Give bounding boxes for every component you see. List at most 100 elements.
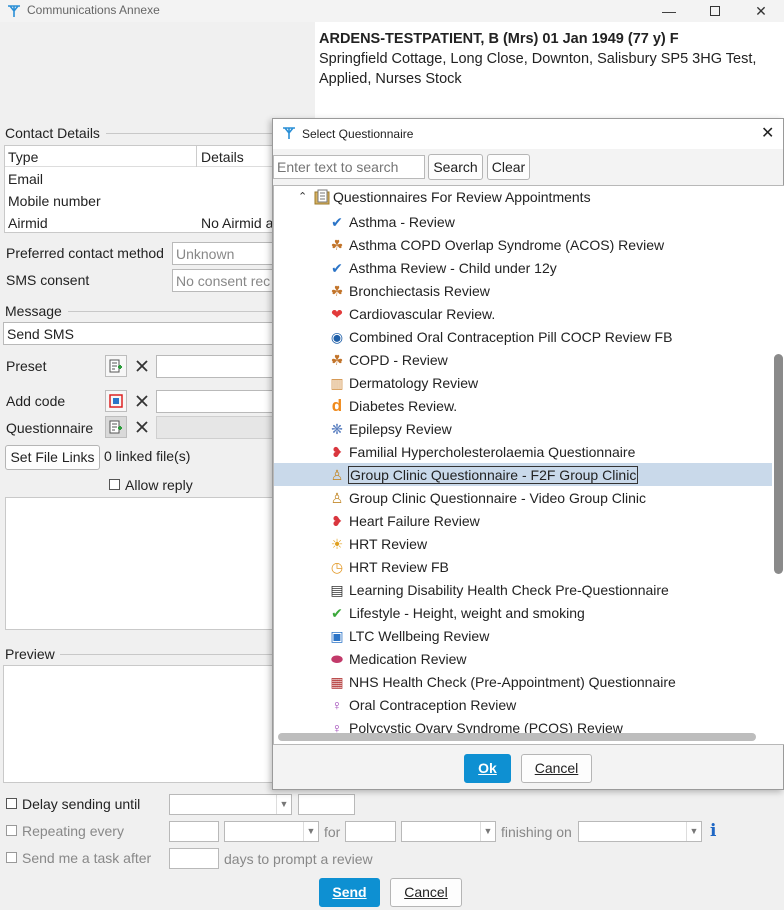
- maximize-icon[interactable]: [692, 0, 738, 22]
- tree-item[interactable]: d Diabetes Review.: [328, 395, 768, 417]
- task-checkbox[interactable]: [6, 852, 17, 863]
- ok-button[interactable]: Ok: [464, 754, 511, 783]
- clear-button[interactable]: Clear: [487, 154, 530, 180]
- clock-icon: ◷: [330, 558, 344, 575]
- preview-label: Preview: [5, 646, 55, 662]
- info-icon[interactable]: i: [710, 822, 720, 840]
- contact-table: Type Details Email Mobile number Airmid …: [4, 145, 276, 233]
- repeat-count-unit-select[interactable]: ▼: [401, 821, 496, 842]
- tree-item[interactable]: ☀ HRT Review: [328, 533, 768, 555]
- sms-consent-label: SMS consent: [6, 272, 90, 288]
- delay-sending-checkbox[interactable]: [6, 798, 17, 809]
- questionnaire-browse-button[interactable]: [105, 416, 127, 438]
- delay-date-select[interactable]: ▼: [169, 794, 292, 815]
- close-icon: [136, 421, 148, 433]
- table-row[interactable]: Mobile number: [5, 190, 275, 212]
- contact-type: Mobile number: [8, 193, 101, 209]
- broken-heart-icon: ❥: [331, 512, 343, 529]
- task-label: Send me a task after: [22, 850, 152, 866]
- tree-item-label: Epilepsy Review: [349, 421, 452, 437]
- repeat-unit-select[interactable]: ▼: [224, 821, 319, 842]
- tree-item[interactable]: ❥ Familial Hypercholesterolaemia Question…: [328, 441, 768, 463]
- allow-reply-checkbox[interactable]: [109, 479, 120, 490]
- tree-item[interactable]: ▦ NHS Health Check (Pre-Appointment) Ques…: [328, 671, 768, 693]
- tree-item-label: Heart Failure Review: [349, 513, 480, 529]
- set-file-links-button[interactable]: Set File Links: [5, 445, 100, 470]
- dialog-cancel-button[interactable]: Cancel: [521, 754, 592, 783]
- repeat-interval-input[interactable]: [169, 821, 219, 842]
- tree-item[interactable]: ◷ HRT Review FB: [328, 556, 768, 578]
- finishing-on-label: finishing on: [501, 824, 572, 840]
- preset-browse-button[interactable]: [105, 355, 127, 377]
- tree-item-label: Learning Disability Health Check Pre-Que…: [349, 582, 669, 598]
- window-title: Communications Annexe: [27, 3, 160, 17]
- task-days-input[interactable]: [169, 848, 219, 869]
- tree-item[interactable]: ✔ Lifestyle - Height, weight and smoking: [328, 602, 768, 624]
- tree-item[interactable]: ▤ Learning Disability Health Check Pre-Qu…: [328, 579, 768, 601]
- add-code-label: Add code: [6, 393, 66, 409]
- patient-banner: ARDENS-TESTPATIENT, B (Mrs) 01 Jan 1949 …: [315, 22, 784, 122]
- tree-item[interactable]: ✔ Asthma Review - Child under 12y: [328, 257, 768, 279]
- tree-item[interactable]: ❥ Heart Failure Review: [328, 510, 768, 532]
- message-type-select[interactable]: Send SMS: [3, 322, 276, 345]
- tree-item[interactable]: ▥ Dermatology Review: [328, 372, 768, 394]
- tree-item[interactable]: ▣ LTC Wellbeing Review: [328, 625, 768, 647]
- sms-consent-value: No consent rec: [176, 273, 271, 289]
- tree-item[interactable]: ☘ COPD - Review: [328, 349, 768, 371]
- horizontal-scrollbar[interactable]: [278, 733, 756, 741]
- tree-item[interactable]: ❤ Cardiovascular Review.: [328, 303, 768, 325]
- add-code-input[interactable]: [156, 390, 276, 413]
- vertical-scrollbar[interactable]: [774, 354, 783, 574]
- repeat-count-input[interactable]: [345, 821, 396, 842]
- document-add-icon: [109, 420, 122, 434]
- table-row[interactable]: Airmid No Airmid a: [5, 212, 275, 234]
- chevron-up-icon[interactable]: ⌃: [298, 190, 307, 203]
- minimize-icon[interactable]: —: [646, 0, 692, 22]
- tree-item[interactable]: ♙ Group Clinic Questionnaire - Video Grou…: [328, 487, 768, 509]
- tree-item[interactable]: ☘ Bronchiectasis Review: [328, 280, 768, 302]
- dialog-close-icon[interactable]: ✕: [761, 123, 774, 143]
- send-button[interactable]: Send: [319, 878, 380, 907]
- dialog-title-bar: Select Questionnaire ✕: [273, 119, 783, 149]
- preferred-contact-select[interactable]: Unknown: [172, 242, 276, 265]
- finishing-date-select[interactable]: ▼: [578, 821, 702, 842]
- patient-address-2: Applied, Nurses Stock: [319, 71, 462, 87]
- tree-item-label: HRT Review FB: [349, 559, 449, 575]
- tree-item[interactable]: ❋ Epilepsy Review: [328, 418, 768, 440]
- lungs-icon: ☘: [330, 282, 344, 299]
- delay-time-input[interactable]: [298, 794, 355, 815]
- add-code-clear-button[interactable]: [131, 390, 153, 412]
- tree-item-label: Group Clinic Questionnaire - F2F Group C…: [347, 466, 639, 484]
- preset-clear-button[interactable]: [131, 355, 153, 377]
- cancel-button[interactable]: Cancel: [390, 878, 462, 907]
- tree-item[interactable]: ✔ Asthma - Review: [328, 211, 768, 233]
- repeating-checkbox[interactable]: [6, 825, 17, 836]
- tree-item[interactable]: ♙ Group Clinic Questionnaire - F2F Group …: [328, 464, 768, 486]
- add-code-browse-button[interactable]: [105, 390, 127, 412]
- preset-input[interactable]: [156, 355, 276, 378]
- certificate-icon: ▦: [330, 673, 344, 690]
- close-icon: [136, 360, 148, 372]
- select-questionnaire-dialog: Select Questionnaire ✕ Search Clear ⌃ Qu…: [272, 118, 784, 790]
- divider: [106, 133, 276, 134]
- column-divider: [196, 146, 197, 167]
- code-select-icon: [109, 394, 123, 408]
- contact-type: Email: [8, 171, 44, 187]
- heart-icon: ❤: [331, 305, 343, 322]
- sms-consent-select[interactable]: No consent rec: [172, 269, 276, 292]
- tree-item[interactable]: ⬬ Medication Review: [328, 648, 768, 670]
- questionnaire-clear-button[interactable]: [131, 416, 153, 438]
- close-icon[interactable]: ✕: [738, 0, 784, 22]
- tree-item[interactable]: ♀ Oral Contraception Review: [328, 694, 768, 716]
- folder-icon: [314, 189, 330, 205]
- days-prompt-label: days to prompt a review: [224, 851, 373, 867]
- tree-item-label: Group Clinic Questionnaire - Video Group…: [349, 490, 646, 506]
- tree-item-label: Asthma Review - Child under 12y: [349, 260, 557, 276]
- message-textarea[interactable]: [5, 497, 276, 630]
- questionnaire-search-input[interactable]: [273, 155, 425, 179]
- tree-item[interactable]: ◉ Combined Oral Contraception Pill COCP R…: [328, 326, 768, 348]
- tree-item[interactable]: ☘ Asthma COPD Overlap Syndrome (ACOS) Rev…: [328, 234, 768, 256]
- patient-address: Springfield Cottage, Long Close, Downton…: [319, 51, 757, 67]
- search-button[interactable]: Search: [428, 154, 483, 180]
- table-row[interactable]: Email: [5, 168, 275, 190]
